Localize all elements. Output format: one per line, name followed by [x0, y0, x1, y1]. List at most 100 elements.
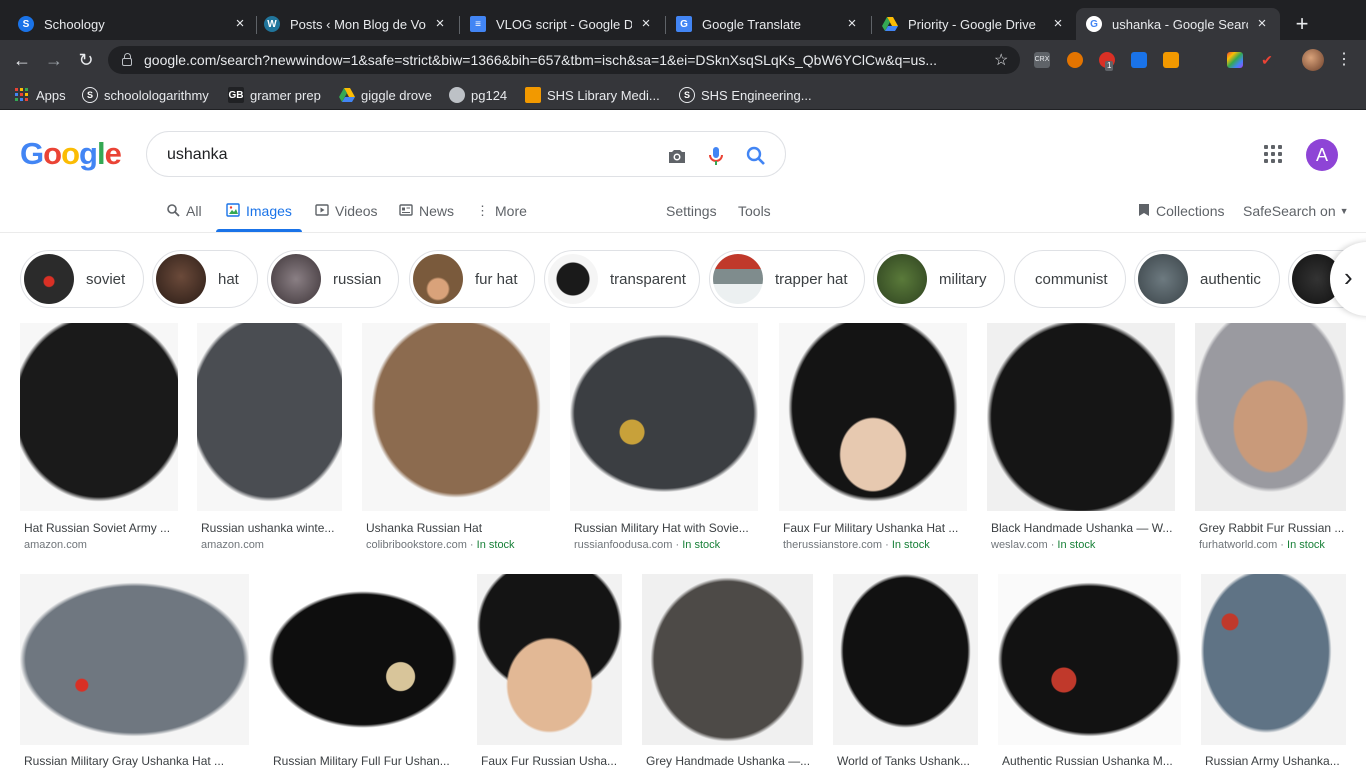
result-title[interactable]: Russian ushanka winte... — [201, 521, 342, 535]
image-result[interactable]: Grey Rabbit Fur Russian ... furhatworld.… — [1195, 323, 1346, 558]
chip-communist[interactable]: communist — [1014, 250, 1126, 308]
result-thumbnail[interactable] — [197, 323, 342, 511]
result-thumbnail[interactable] — [20, 323, 178, 511]
back-icon[interactable]: ← — [10, 48, 34, 72]
close-icon[interactable]: × — [638, 16, 654, 32]
profile-avatar[interactable] — [1302, 49, 1324, 71]
tab-images[interactable]: Images — [226, 202, 292, 220]
face-extension-icon[interactable] — [1163, 52, 1179, 68]
result-thumbnail[interactable] — [269, 574, 457, 745]
bookmark-shs-engineering[interactable]: S SHS Engineering... — [679, 86, 812, 104]
tab-tools[interactable]: Tools — [738, 202, 771, 220]
image-result[interactable]: Russian ushanka winte... amazon.com — [197, 323, 342, 558]
result-title[interactable]: Russian Military Gray Ushanka Hat ... — [24, 754, 249, 768]
google-apps-icon[interactable] — [1264, 145, 1282, 163]
bookmark-shs-library[interactable]: SHS Library Medi... — [525, 86, 660, 104]
result-title[interactable]: Black Handmade Ushanka — W... — [991, 521, 1175, 535]
close-icon[interactable]: × — [1050, 16, 1066, 32]
camera-icon[interactable] — [665, 144, 689, 168]
browser-tab-schoology[interactable]: S Schoology × — [8, 8, 258, 40]
image-result[interactable]: Russian Military Full Fur Ushan... — [269, 574, 457, 768]
checkmark-extension-icon[interactable] — [1131, 52, 1147, 68]
image-result[interactable]: World of Tanks Ushank... — [833, 574, 978, 768]
owl-extension-icon[interactable] — [1067, 52, 1083, 68]
microphone-icon[interactable] — [704, 144, 728, 168]
image-result[interactable]: Russian Army Ushanka... — [1201, 574, 1346, 768]
result-title[interactable]: Grey Rabbit Fur Russian ... — [1199, 521, 1346, 535]
close-icon[interactable]: × — [844, 16, 860, 32]
bookmark-schoolologarithmy[interactable]: S schoolologarithmy — [82, 86, 209, 104]
blank-extension-icon[interactable] — [1195, 52, 1211, 68]
browser-tab-google-translate[interactable]: G Google Translate × — [666, 8, 870, 40]
result-title[interactable]: Russian Army Ushanka... — [1205, 754, 1346, 768]
bookmark-gramer-prep[interactable]: GB gramer prep — [228, 86, 321, 104]
result-title[interactable]: Hat Russian Soviet Army ... — [24, 521, 178, 535]
collections-link[interactable]: Collections — [1138, 202, 1224, 220]
tab-news[interactable]: News — [399, 202, 454, 220]
bookmark-star-icon[interactable]: ☆ — [994, 50, 1008, 70]
bookmark-apps[interactable]: Apps — [14, 86, 66, 104]
safesearch-dropdown[interactable]: SafeSearch on ▼ — [1243, 202, 1349, 220]
chip-transparent[interactable]: transparent — [544, 250, 700, 308]
tab-settings[interactable]: Settings — [666, 202, 717, 220]
chip-hat[interactable]: hat — [152, 250, 258, 308]
color-picker-extension-icon[interactable] — [1227, 52, 1243, 68]
chip-trapper-hat[interactable]: trapper hat — [709, 250, 865, 308]
result-title[interactable]: Faux Fur Military Ushanka Hat ... — [783, 521, 967, 535]
forward-icon[interactable]: → — [42, 48, 66, 72]
check-mark-red-extension-icon[interactable]: ✔ — [1259, 52, 1275, 68]
result-thumbnail[interactable] — [477, 574, 622, 745]
result-thumbnail[interactable] — [987, 323, 1175, 511]
crx-extension-icon[interactable]: CRX — [1034, 52, 1050, 68]
result-thumbnail[interactable] — [779, 323, 967, 511]
chip-soviet[interactable]: soviet — [20, 250, 144, 308]
result-thumbnail[interactable] — [362, 323, 550, 511]
image-result[interactable]: Black Handmade Ushanka — W... weslav.com… — [987, 323, 1175, 558]
address-bar[interactable]: google.com/search?newwindow=1&safe=stric… — [108, 46, 1020, 74]
result-title[interactable]: World of Tanks Ushank... — [837, 754, 978, 768]
close-icon[interactable]: × — [432, 16, 448, 32]
image-result[interactable]: Faux Fur Military Ushanka Hat ... therus… — [779, 323, 967, 558]
chip-russian[interactable]: russian — [267, 250, 399, 308]
image-result[interactable]: Authentic Russian Ushanka M... — [998, 574, 1181, 768]
result-title[interactable]: Russian Military Hat with Sovie... — [574, 521, 758, 535]
browser-tab-google-drive[interactable]: Priority - Google Drive × — [872, 8, 1076, 40]
browser-tab-google-search[interactable]: G ushanka - Google Search × — [1076, 8, 1280, 40]
tab-videos[interactable]: Videos — [315, 202, 378, 220]
menu-kebab-icon[interactable]: ⋮ — [1336, 50, 1352, 70]
chip-military[interactable]: military — [873, 250, 1005, 308]
new-tab-button[interactable]: + — [1290, 12, 1314, 36]
result-thumbnail[interactable] — [570, 323, 758, 511]
image-result[interactable]: Russian Military Gray Ushanka Hat ... — [20, 574, 249, 768]
result-thumbnail[interactable] — [998, 574, 1181, 745]
result-thumbnail[interactable] — [1195, 323, 1346, 511]
result-title[interactable]: Faux Fur Russian Usha... — [481, 754, 622, 768]
image-result[interactable]: Faux Fur Russian Usha... — [477, 574, 622, 768]
tab-all[interactable]: All — [166, 202, 202, 220]
account-avatar[interactable]: A — [1306, 139, 1338, 171]
image-result[interactable]: Hat Russian Soviet Army ... amazon.com — [20, 323, 178, 558]
image-result[interactable]: Ushanka Russian Hat colibribookstore.com… — [362, 323, 550, 558]
close-icon[interactable]: × — [1254, 16, 1270, 32]
search-input[interactable] — [167, 144, 647, 166]
result-thumbnail[interactable] — [1201, 574, 1346, 745]
google-logo[interactable]: Google — [20, 136, 122, 172]
result-thumbnail[interactable] — [642, 574, 813, 745]
search-icon[interactable] — [744, 144, 768, 168]
tab-more[interactable]: ⋮ More — [476, 202, 527, 220]
image-result[interactable]: Grey Handmade Ushanka —... — [642, 574, 813, 768]
chip-fur-hat[interactable]: fur hat — [409, 250, 535, 308]
result-thumbnail[interactable] — [833, 574, 978, 745]
bookmark-pg124[interactable]: pg124 — [449, 86, 507, 104]
chip-authentic[interactable]: authentic — [1134, 250, 1280, 308]
browser-tab-google-docs[interactable]: ≡ VLOG script - Google Do × — [460, 8, 664, 40]
result-thumbnail[interactable] — [20, 574, 249, 745]
adblock-extension-icon[interactable]: 1 — [1099, 52, 1115, 71]
browser-tab-wordpress[interactable]: W Posts ‹ Mon Blog de Voya × — [254, 8, 458, 40]
url-text[interactable]: google.com/search?newwindow=1&safe=stric… — [144, 52, 984, 68]
reload-icon[interactable]: ↻ — [74, 48, 98, 72]
result-title[interactable]: Ushanka Russian Hat — [366, 521, 550, 535]
image-result[interactable]: Russian Military Hat with Sovie... russi… — [570, 323, 758, 558]
result-title[interactable]: Russian Military Full Fur Ushan... — [273, 754, 457, 768]
bookmark-giggle-drove[interactable]: giggle drove — [339, 86, 432, 104]
